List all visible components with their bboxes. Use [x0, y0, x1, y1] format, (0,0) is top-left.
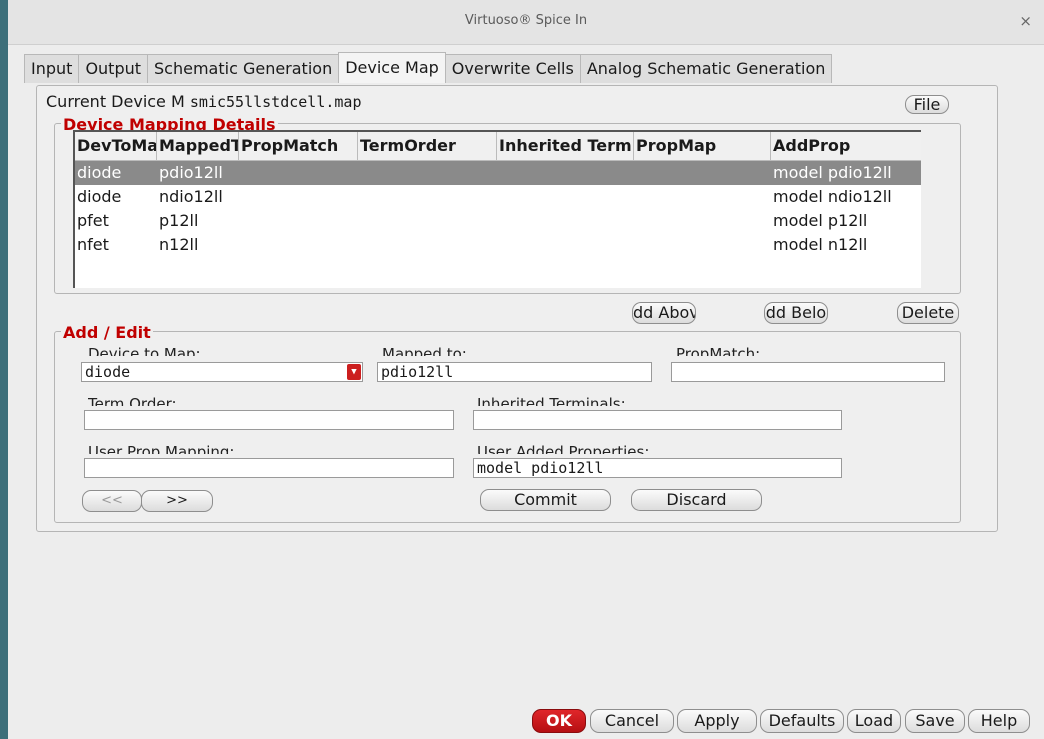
- table-row[interactable]: nfet n12ll model n12ll: [75, 233, 921, 257]
- cell-addprop: model pdio12ll: [773, 163, 892, 182]
- title-bar[interactable]: Virtuoso® Spice In ×: [8, 0, 1044, 45]
- device-to-map-label: Device to Map:: [88, 345, 201, 356]
- cell-devtomap: nfet: [77, 235, 109, 254]
- mapped-to-input[interactable]: pdio12ll: [377, 362, 652, 382]
- cell-mappedto: ndio12ll: [159, 187, 223, 206]
- cell-propmatch: [239, 233, 358, 257]
- add-below-button[interactable]: dd Belo: [764, 302, 828, 324]
- save-button[interactable]: Save: [905, 709, 965, 733]
- cell-termorder: [358, 209, 497, 233]
- cell-propmatch: [239, 209, 358, 233]
- delete-button[interactable]: Delete: [897, 302, 959, 324]
- cancel-button[interactable]: Cancel: [590, 709, 674, 733]
- table-row[interactable]: diode ndio12ll model ndio12ll: [75, 185, 921, 209]
- inherited-terminals-label: Inherited Terminals:: [477, 395, 626, 406]
- cell-inherited-terminals: [497, 161, 634, 185]
- file-button[interactable]: File: [905, 95, 949, 114]
- tab-bar: Input Output Schematic Generation Device…: [24, 52, 833, 83]
- user-prop-mapping-input[interactable]: [84, 458, 454, 478]
- cell-devtomap: diode: [77, 163, 122, 182]
- column-header-addprop[interactable]: AddProp: [771, 132, 921, 160]
- tab-overwrite-cells[interactable]: Overwrite Cells: [444, 54, 581, 83]
- cell-inherited-terminals: [497, 209, 634, 233]
- column-header-mappedto[interactable]: MappedTo: [157, 132, 239, 160]
- cell-inherited-terminals: [497, 233, 634, 257]
- cell-propmap: [634, 209, 771, 233]
- term-order-label: Term Order:: [88, 395, 177, 406]
- column-header-devtomap[interactable]: DevToMap: [75, 132, 157, 160]
- cell-addprop: model p12ll: [773, 211, 868, 230]
- column-header-inherited-terminals[interactable]: Inherited Terminals: [497, 132, 634, 160]
- close-icon[interactable]: ×: [1019, 12, 1032, 30]
- table-row[interactable]: diode pdio12ll model pdio12ll: [75, 161, 921, 185]
- next-button[interactable]: >>: [141, 490, 213, 512]
- table-body: diode pdio12ll model pdio12ll diode ndio12ll…: [75, 161, 921, 257]
- device-to-map-value: diode: [85, 363, 131, 381]
- previous-button[interactable]: <<: [82, 490, 142, 512]
- inherited-terminals-input[interactable]: [473, 410, 842, 430]
- tab-analog-schematic-generation[interactable]: Analog Schematic Generation: [579, 54, 833, 83]
- user-added-properties-label: User Added Properties:: [477, 443, 650, 454]
- cell-propmatch: [239, 161, 358, 185]
- cell-mappedto: p12ll: [159, 211, 199, 230]
- column-header-propmap[interactable]: PropMap: [634, 132, 771, 160]
- apply-button[interactable]: Apply: [677, 709, 757, 733]
- tab-device-map[interactable]: Device Map: [338, 52, 446, 83]
- cell-inherited-terminals: [497, 185, 634, 209]
- tab-input[interactable]: Input: [24, 54, 80, 83]
- user-added-properties-input[interactable]: model pdio12ll: [473, 458, 842, 478]
- column-header-propmatch[interactable]: PropMatch: [239, 132, 358, 160]
- table-row[interactable]: pfet p12ll model p12ll: [75, 209, 921, 233]
- cell-mappedto: n12ll: [159, 235, 199, 254]
- device-to-map-combobox[interactable]: diode ▼: [81, 362, 363, 382]
- add-edit-legend: Add / Edit: [61, 323, 153, 342]
- user-prop-mapping-label: User Prop Mapping:: [88, 443, 235, 454]
- cell-propmap: [634, 161, 771, 185]
- cell-propmap: [634, 233, 771, 257]
- commit-button[interactable]: Commit: [480, 489, 611, 511]
- tab-schematic-generation[interactable]: Schematic Generation: [147, 54, 340, 83]
- discard-button[interactable]: Discard: [631, 489, 762, 511]
- cell-propmap: [634, 185, 771, 209]
- cell-devtomap: pfet: [77, 211, 109, 230]
- mapped-to-label: Mapped to:: [382, 345, 467, 356]
- current-device-map-value: smic55llstdcell.map: [189, 93, 362, 111]
- term-order-input[interactable]: [84, 410, 454, 430]
- tab-output[interactable]: Output: [78, 54, 149, 83]
- cell-addprop: model ndio12ll: [773, 187, 892, 206]
- cell-devtomap: diode: [77, 187, 122, 206]
- dropdown-arrow-icon[interactable]: ▼: [347, 364, 361, 380]
- cell-propmatch: [239, 185, 358, 209]
- cell-termorder: [358, 185, 497, 209]
- table-header: DevToMap MappedTo PropMatch TermOrder In…: [75, 132, 921, 161]
- cell-mappedto: pdio12ll: [159, 163, 223, 182]
- propmatch-label: PropMatch:: [676, 345, 761, 356]
- cell-addprop: model n12ll: [773, 235, 868, 254]
- ok-button[interactable]: OK: [532, 709, 586, 733]
- column-header-termorder[interactable]: TermOrder: [358, 132, 497, 160]
- device-mapping-table: DevToMap MappedTo PropMatch TermOrder In…: [73, 130, 921, 288]
- propmatch-input[interactable]: [671, 362, 945, 382]
- current-device-map-label: Current Device M: [46, 92, 185, 111]
- window-title: Virtuoso® Spice In: [464, 13, 588, 28]
- load-button[interactable]: Load: [847, 709, 901, 733]
- defaults-button[interactable]: Defaults: [760, 709, 844, 733]
- add-above-button[interactable]: dd Abov: [632, 302, 696, 324]
- current-device-map-row: Current Device M smic55llstdcell.map: [46, 92, 361, 111]
- help-button[interactable]: Help: [968, 709, 1030, 733]
- cell-termorder: [358, 233, 497, 257]
- cell-termorder: [358, 161, 497, 185]
